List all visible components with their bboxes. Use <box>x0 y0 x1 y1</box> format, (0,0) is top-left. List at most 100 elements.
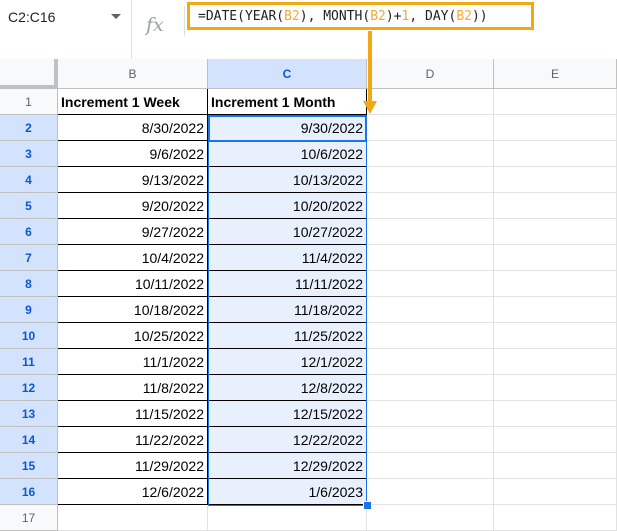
cell-e16[interactable] <box>494 479 617 505</box>
cell-d4[interactable] <box>367 167 494 193</box>
cell-c16[interactable]: 1/6/2023 <box>208 479 367 505</box>
cell-b5[interactable]: 9/20/2022 <box>58 193 208 219</box>
cell-b8[interactable]: 10/11/2022 <box>58 271 208 297</box>
cell-c3[interactable]: 10/6/2022 <box>208 141 367 167</box>
cell-d6[interactable] <box>367 219 494 245</box>
cell-d13[interactable] <box>367 401 494 427</box>
cell-c5[interactable]: 10/20/2022 <box>208 193 367 219</box>
cell-b1[interactable]: Increment 1 Week <box>58 89 208 115</box>
chevron-down-icon[interactable] <box>111 14 121 19</box>
fill-handle[interactable] <box>363 501 372 510</box>
cell-d8[interactable] <box>367 271 494 297</box>
cell-d14[interactable] <box>367 427 494 453</box>
cell-c10[interactable]: 11/25/2022 <box>208 323 367 349</box>
cell-c6[interactable]: 10/27/2022 <box>208 219 367 245</box>
cell-b14[interactable]: 11/22/2022 <box>58 427 208 453</box>
row-header-2[interactable]: 2 <box>0 115 58 141</box>
cell-b3[interactable]: 9/6/2022 <box>58 141 208 167</box>
cell-e7[interactable] <box>494 245 617 271</box>
cell-b9[interactable]: 10/18/2022 <box>58 297 208 323</box>
cell-c1[interactable]: Increment 1 Month <box>208 89 367 115</box>
cell-d11[interactable] <box>367 349 494 375</box>
cell-c8[interactable]: 11/11/2022 <box>208 271 367 297</box>
cell-e11[interactable] <box>494 349 617 375</box>
cell-b11[interactable]: 11/1/2022 <box>58 349 208 375</box>
cell-b7[interactable]: 10/4/2022 <box>58 245 208 271</box>
cell-b13[interactable]: 11/15/2022 <box>58 401 208 427</box>
divider <box>184 6 185 36</box>
cell-e17[interactable] <box>494 505 617 531</box>
cell-e5[interactable] <box>494 193 617 219</box>
cell-d5[interactable] <box>367 193 494 219</box>
callout-arrow-line <box>368 31 372 103</box>
cell-b15[interactable]: 11/29/2022 <box>58 453 208 479</box>
cell-c14[interactable]: 12/22/2022 <box>208 427 367 453</box>
column-header-c[interactable]: C <box>208 59 367 89</box>
cell-e6[interactable] <box>494 219 617 245</box>
cell-c13[interactable]: 12/15/2022 <box>208 401 367 427</box>
cell-b17[interactable] <box>58 505 208 531</box>
cell-b16[interactable]: 12/6/2022 <box>58 479 208 505</box>
column-header-e[interactable]: E <box>494 59 617 89</box>
row-header-17[interactable]: 17 <box>0 505 58 531</box>
cell-e4[interactable] <box>494 167 617 193</box>
select-all-corner[interactable] <box>0 59 58 89</box>
row-header-5[interactable]: 5 <box>0 193 58 219</box>
cell-c9[interactable]: 11/18/2022 <box>208 297 367 323</box>
name-box-value[interactable]: C2:C16 <box>8 9 55 25</box>
cell-c11[interactable]: 12/1/2022 <box>208 349 367 375</box>
cell-c15[interactable]: 12/29/2022 <box>208 453 367 479</box>
row-header-15[interactable]: 15 <box>0 453 58 479</box>
cell-c7[interactable]: 11/4/2022 <box>208 245 367 271</box>
cell-d12[interactable] <box>367 375 494 401</box>
fx-icon: fx <box>146 14 164 36</box>
row-header-12[interactable]: 12 <box>0 375 58 401</box>
row-header-9[interactable]: 9 <box>0 297 58 323</box>
cell-e8[interactable] <box>494 271 617 297</box>
cell-e2[interactable] <box>494 115 617 141</box>
row-header-3[interactable]: 3 <box>0 141 58 167</box>
cell-d2[interactable] <box>367 115 494 141</box>
row-header-6[interactable]: 6 <box>0 219 58 245</box>
formula-text[interactable]: =DATE(YEAR(B2), MONTH(B2)+1, DAY(B2)) <box>198 9 488 24</box>
cell-b4[interactable]: 9/13/2022 <box>58 167 208 193</box>
row-header-16[interactable]: 16 <box>0 479 58 505</box>
row-header-11[interactable]: 11 <box>0 349 58 375</box>
cell-c2[interactable]: 9/30/2022 <box>208 115 367 141</box>
cell-b12[interactable]: 11/8/2022 <box>58 375 208 401</box>
row-header-14[interactable]: 14 <box>0 427 58 453</box>
cell-d7[interactable] <box>367 245 494 271</box>
row-header-13[interactable]: 13 <box>0 401 58 427</box>
cell-d9[interactable] <box>367 297 494 323</box>
cell-e15[interactable] <box>494 453 617 479</box>
cell-e3[interactable] <box>494 141 617 167</box>
column-header-d[interactable]: D <box>367 59 494 89</box>
cell-e13[interactable] <box>494 401 617 427</box>
cell-d17[interactable] <box>367 505 494 531</box>
cell-c4[interactable]: 10/13/2022 <box>208 167 367 193</box>
row-header-4[interactable]: 4 <box>0 167 58 193</box>
row-header-7[interactable]: 7 <box>0 245 58 271</box>
cell-d3[interactable] <box>367 141 494 167</box>
cell-e12[interactable] <box>494 375 617 401</box>
cell-e9[interactable] <box>494 297 617 323</box>
cell-e10[interactable] <box>494 323 617 349</box>
row-header-8[interactable]: 8 <box>0 271 58 297</box>
cell-c17[interactable] <box>208 505 367 531</box>
cell-d10[interactable] <box>367 323 494 349</box>
cell-b6[interactable]: 9/27/2022 <box>58 219 208 245</box>
cell-e14[interactable] <box>494 427 617 453</box>
row-header-1[interactable]: 1 <box>0 89 58 115</box>
formula-input[interactable]: =DATE(YEAR(B2), MONTH(B2)+1, DAY(B2)) <box>187 2 534 30</box>
cell-b10[interactable]: 10/25/2022 <box>58 323 208 349</box>
formula-bar: C2:C16 fx =DATE(YEAR(B2), MONTH(B2)+1, D… <box>0 0 617 59</box>
cell-d15[interactable] <box>367 453 494 479</box>
name-box[interactable]: C2:C16 <box>0 0 132 59</box>
cell-d16[interactable] <box>367 479 494 505</box>
cell-c12[interactable]: 12/8/2022 <box>208 375 367 401</box>
column-header-b[interactable]: B <box>58 59 208 89</box>
row-header-10[interactable]: 10 <box>0 323 58 349</box>
cell-d1[interactable] <box>367 89 494 115</box>
cell-e1[interactable] <box>494 89 617 115</box>
cell-b2[interactable]: 8/30/2022 <box>58 115 208 141</box>
